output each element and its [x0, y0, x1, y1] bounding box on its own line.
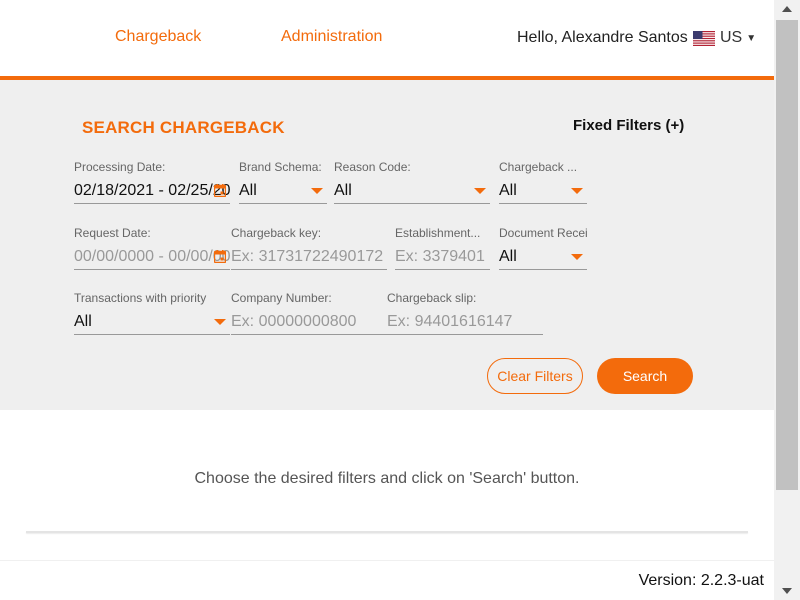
dropdown-arrow-icon — [214, 319, 226, 325]
establishment-text[interactable] — [395, 244, 490, 269]
chargeback-key-text[interactable] — [231, 244, 387, 269]
search-button[interactable]: Search — [597, 358, 693, 394]
us-flag-icon — [693, 30, 715, 46]
transactions-priority-value: All — [74, 312, 92, 330]
chargeback-slip-input[interactable] — [387, 309, 543, 335]
processing-date-input[interactable]: 02/18/2021 - 02/25/2021 — [74, 178, 230, 204]
footer: Version: 2.2.3-uat — [0, 560, 774, 600]
dropdown-arrow-icon — [571, 254, 583, 260]
top-header: Chargeback Administration Hello, Alexand… — [0, 0, 774, 80]
nav-chargeback[interactable]: Chargeback — [115, 28, 201, 46]
reason-code-select[interactable]: All — [334, 178, 490, 204]
chargeback-key-label: Chargeback key: — [231, 226, 322, 240]
dropdown-arrow-icon — [474, 188, 486, 194]
reason-code-value: All — [334, 181, 352, 199]
transactions-priority-label: Transactions with priority — [74, 291, 207, 305]
company-number-label: Company Number: — [231, 291, 332, 305]
nav-administration[interactable]: Administration — [281, 28, 382, 46]
company-number-text[interactable] — [231, 309, 387, 334]
request-date-label: Request Date: — [74, 226, 151, 240]
document-received-select[interactable]: All — [499, 244, 587, 270]
chargeback-status-select[interactable]: All — [499, 178, 587, 204]
page-title: SEARCH CHARGEBACK — [82, 118, 285, 137]
transactions-priority-select[interactable]: All — [74, 309, 230, 335]
brand-schema-field: Brand Schema: All — [239, 160, 327, 204]
brand-schema-select[interactable]: All — [239, 178, 327, 204]
company-number-field: Company Number: — [231, 291, 387, 335]
empty-results-message: Choose the desired filters and click on … — [194, 470, 580, 487]
document-received-field: Document Recei All — [499, 226, 587, 270]
calendar-icon[interactable] — [214, 184, 226, 197]
language-code: US — [720, 29, 743, 46]
caret-down-icon: ▼ — [746, 32, 757, 44]
chargeback-slip-text[interactable] — [387, 309, 543, 334]
chargeback-key-input[interactable] — [231, 244, 387, 270]
chargeback-slip-label: Chargeback slip: — [387, 291, 477, 305]
company-number-input[interactable] — [231, 309, 387, 335]
chargeback-status-label: Chargeback ... — [499, 160, 578, 174]
establishment-input[interactable] — [395, 244, 490, 270]
reason-code-field: Reason Code: All — [334, 160, 490, 204]
request-date-placeholder: 00/00/0000 - 00/00/0000 — [74, 247, 230, 265]
calendar-icon[interactable] — [214, 250, 226, 263]
processing-date-label: Processing Date: — [74, 160, 166, 174]
dropdown-arrow-icon — [571, 188, 583, 194]
establishment-label: Establishment... — [395, 226, 481, 240]
document-received-label: Document Recei — [499, 226, 587, 240]
vertical-scrollbar[interactable] — [774, 0, 800, 600]
scrollbar-thumb[interactable] — [776, 20, 798, 490]
processing-date-value: 02/18/2021 - 02/25/2021 — [74, 181, 230, 199]
filter-panel: SEARCH CHARGEBACK Fixed Filters (+) Proc… — [0, 80, 774, 410]
dropdown-arrow-icon — [311, 188, 323, 194]
processing-date-field: Processing Date: 02/18/2021 - 02/25/2021 — [74, 160, 230, 204]
version-label: Version: 2.2.3-uat — [638, 572, 764, 589]
arrow-down-icon — [782, 588, 792, 594]
request-date-input[interactable]: 00/00/0000 - 00/00/0000 — [74, 244, 230, 270]
scroll-up-button[interactable] — [774, 0, 800, 18]
chargeback-slip-field: Chargeback slip: — [387, 291, 543, 335]
user-greeting: Hello, Alexandre Santos — [517, 29, 688, 46]
fixed-filters-toggle[interactable]: Fixed Filters (+) — [573, 117, 684, 134]
language-selector[interactable]: US ▼ — [693, 29, 756, 47]
clear-filters-button[interactable]: Clear Filters — [487, 358, 583, 394]
chargeback-status-field: Chargeback ... All — [499, 160, 587, 204]
establishment-field: Establishment... — [395, 226, 490, 270]
arrow-up-icon — [782, 6, 792, 12]
divider — [26, 531, 748, 533]
scroll-down-button[interactable] — [774, 582, 800, 600]
request-date-field: Request Date: 00/00/0000 - 00/00/0000 — [74, 226, 230, 270]
page: Chargeback Administration Hello, Alexand… — [0, 0, 800, 600]
brand-schema-label: Brand Schema: — [239, 160, 322, 174]
chargeback-key-field: Chargeback key: — [231, 226, 387, 270]
transactions-priority-field: Transactions with priority All — [74, 291, 230, 335]
reason-code-label: Reason Code: — [334, 160, 411, 174]
